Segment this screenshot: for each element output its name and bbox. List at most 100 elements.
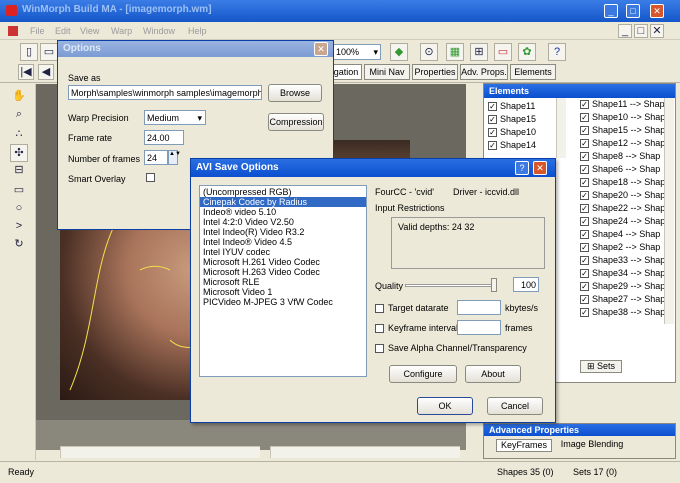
list-item[interactable]: ✓ Shape15: [488, 113, 550, 126]
list-item[interactable]: ✓ Shape29 --> Shap: [580, 280, 664, 293]
checkbox-icon[interactable]: ✓: [580, 230, 589, 240]
quality-slider-track[interactable]: [405, 284, 497, 287]
network-icon[interactable]: ⊞: [470, 43, 488, 61]
tab-keyframes[interactable]: KeyFrames: [496, 439, 552, 452]
list-item[interactable]: ✓ Shape14: [488, 139, 550, 152]
list-item[interactable]: ✓ Shape33 --> Shap: [580, 254, 664, 267]
list-item[interactable]: ✓ Shape4 --> Shap: [580, 228, 664, 241]
canvas-hscroll-right[interactable]: [270, 446, 460, 458]
checkbox-icon[interactable]: ✓: [580, 178, 589, 188]
ok-button[interactable]: OK: [417, 397, 473, 415]
tab-properties[interactable]: Properties: [412, 64, 458, 80]
mdi-close-icon[interactable]: ✕: [650, 24, 664, 38]
sets-tab[interactable]: ⊞ Sets: [580, 360, 622, 373]
list-item[interactable]: ✓ Shape18 --> Shap: [580, 176, 664, 189]
save-alpha-checkbox[interactable]: [375, 344, 384, 353]
list-item[interactable]: ✓ Shape22 --> Shap: [580, 202, 664, 215]
codec-item[interactable]: Intel Indeo(R) Video R3.2: [200, 227, 366, 237]
cancel-button[interactable]: Cancel: [487, 397, 543, 415]
target-datarate-checkbox[interactable]: [375, 304, 384, 313]
list-item[interactable]: ✓ Shape8 --> Shap: [580, 150, 664, 163]
maximize-icon[interactable]: □: [626, 4, 640, 18]
checkbox-icon[interactable]: ✓: [580, 191, 589, 201]
codec-item[interactable]: Intel Indeo® Video 4.5: [200, 237, 366, 247]
frames-stepper[interactable]: ▲▼: [168, 150, 181, 165]
zoom-select[interactable]: 100% ▾: [333, 44, 381, 60]
codec-item[interactable]: Indeo® video 5.10: [200, 207, 366, 217]
close-icon[interactable]: ✕: [650, 4, 664, 18]
checkbox-icon[interactable]: ✓: [580, 295, 589, 305]
checkbox-icon[interactable]: ✓: [488, 102, 497, 112]
rectangle-icon[interactable]: ▭: [10, 182, 28, 200]
polyline-icon[interactable]: >: [10, 218, 28, 236]
list-item[interactable]: ✓ Shape24 --> Shap: [580, 215, 664, 228]
quality-input[interactable]: 100: [513, 277, 539, 292]
menu-help[interactable]: Help: [188, 26, 207, 36]
compression-button[interactable]: Compression: [268, 113, 324, 131]
list-item[interactable]: ✓ Shape2 --> Shap: [580, 241, 664, 254]
checkbox-icon[interactable]: ✓: [580, 165, 589, 175]
menu-view[interactable]: View: [80, 26, 99, 36]
avi-help-icon[interactable]: ?: [515, 161, 529, 175]
line-tool-icon[interactable]: ⊟: [10, 162, 28, 180]
checkbox-icon[interactable]: ✓: [488, 141, 497, 151]
canvas-hscroll[interactable]: [60, 446, 260, 458]
elements-right-scroll[interactable]: [664, 98, 674, 324]
open-icon[interactable]: ▭: [40, 43, 58, 61]
checkbox-icon[interactable]: ✓: [580, 113, 589, 123]
mdi-minimize-icon[interactable]: _: [618, 24, 632, 38]
codec-item[interactable]: PICVideo M-JPEG 3 VfW Codec: [200, 297, 366, 307]
codec-list[interactable]: (Uncompressed RGB) Cinepak Codec by Radi…: [199, 185, 367, 377]
about-button[interactable]: About: [465, 365, 521, 383]
codec-item-selected[interactable]: Cinepak Codec by Radius: [200, 197, 366, 207]
warp-precision-select[interactable]: Medium ▾: [144, 110, 206, 125]
first-frame-icon[interactable]: |◀: [18, 64, 34, 80]
list-item[interactable]: ✓ Shape15 --> Shap: [580, 124, 664, 137]
list-item[interactable]: ✓ Shape20 --> Shap: [580, 189, 664, 202]
list-item[interactable]: ✓ Shape27 --> Shap: [580, 293, 664, 306]
browse-button[interactable]: Browse: [268, 84, 322, 102]
list-item[interactable]: ✓ Shape6 --> Shap: [580, 163, 664, 176]
codec-item[interactable]: Microsoft RLE: [200, 277, 366, 287]
quality-slider-thumb[interactable]: [491, 278, 497, 292]
codec-item[interactable]: Microsoft H.261 Video Codec: [200, 257, 366, 267]
tab-mini-nav[interactable]: Mini Nav: [364, 64, 410, 80]
points-icon[interactable]: ∴: [10, 126, 28, 144]
keyframe-interval-input[interactable]: [457, 320, 501, 335]
codec-item[interactable]: Intel IYUV codec: [200, 247, 366, 257]
morph-icon[interactable]: ◆: [390, 43, 408, 61]
checkbox-icon[interactable]: ✓: [580, 204, 589, 214]
minimize-icon[interactable]: _: [604, 4, 618, 18]
tab-elements[interactable]: Elements: [510, 64, 556, 80]
tab-navigation[interactable]: gation: [330, 64, 362, 80]
codec-item[interactable]: Intel 4:2:0 Video V2.50: [200, 217, 366, 227]
grid-icon[interactable]: ▦: [446, 43, 464, 61]
list-item[interactable]: ✓ Shape10: [488, 126, 550, 139]
frame-rate-input[interactable]: 24.00: [144, 130, 184, 145]
checkbox-icon[interactable]: ✓: [580, 256, 589, 266]
checkbox-icon[interactable]: ✓: [580, 269, 589, 279]
list-item[interactable]: ✓ Shape34 --> Shap: [580, 267, 664, 280]
menu-file[interactable]: File: [30, 26, 45, 36]
keyframe-interval-checkbox[interactable]: [375, 324, 384, 333]
checkbox-icon[interactable]: ✓: [580, 152, 589, 162]
frames-input[interactable]: 24: [144, 150, 168, 165]
options-close-icon[interactable]: ✕: [314, 42, 328, 56]
tab-adv-props[interactable]: Adv. Props.: [460, 64, 508, 80]
list-item[interactable]: ✓ Shape10 --> Shap: [580, 111, 664, 124]
hand-icon[interactable]: ✋: [10, 88, 28, 106]
elements-left-scroll[interactable]: [556, 98, 566, 158]
configure-button[interactable]: Configure: [389, 365, 457, 383]
avi-close-icon[interactable]: ✕: [533, 161, 547, 175]
save-path-input[interactable]: Morph\samples\winmorph samples\imagemorp…: [68, 85, 262, 100]
checkbox-icon[interactable]: ✓: [580, 282, 589, 292]
smart-overlay-checkbox[interactable]: [146, 173, 155, 182]
help-icon[interactable]: ?: [548, 43, 566, 61]
checkbox-icon[interactable]: ✓: [580, 217, 589, 227]
checkbox-icon[interactable]: ✓: [580, 243, 589, 253]
list-item[interactable]: ✓ Shape11 --> Shap: [580, 98, 664, 111]
link-points-icon[interactable]: ⊙: [420, 43, 438, 61]
ellipse-icon[interactable]: ○: [10, 200, 28, 218]
checkbox-icon[interactable]: ✓: [488, 128, 497, 138]
curve-icon[interactable]: ↻: [10, 236, 28, 254]
